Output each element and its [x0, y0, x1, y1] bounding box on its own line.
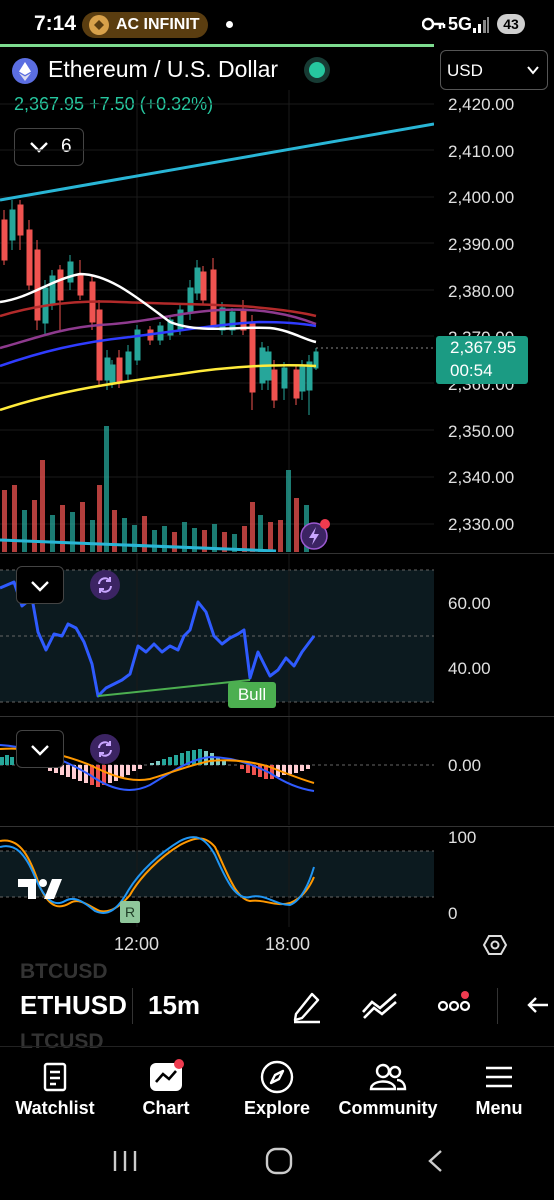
back-icon[interactable] [424, 1148, 446, 1174]
nav-label: Menu [475, 1098, 523, 1118]
stoch-marker: R [120, 901, 140, 923]
symbol-selector[interactable]: ETHUSD [20, 990, 127, 1021]
recent-apps-icon[interactable] [110, 1148, 140, 1174]
bull-divergence-label: Bull [228, 682, 276, 708]
chevron-down-icon [527, 66, 539, 75]
more-options-icon[interactable] [436, 990, 472, 1020]
pair-title[interactable]: Ethereum / U.S. Dollar [48, 56, 278, 83]
nav-label: Watchlist [15, 1098, 95, 1118]
notification-pill[interactable]: AC INFINIT [82, 12, 208, 38]
community-icon [369, 1063, 407, 1091]
lightning-alert-icon[interactable] [298, 516, 334, 552]
notification-dot [226, 21, 233, 28]
last-price-tag: 2,367.95 00:54 [436, 336, 528, 384]
nav-label: Chart [142, 1098, 190, 1118]
toolbar-divider [132, 988, 133, 1024]
price-axis-label: 2,420.00 [448, 95, 515, 114]
price-axis-label: 2,350.00 [448, 422, 515, 441]
time-axis-label: 12:00 [114, 934, 160, 954]
price-axis-label: 2,390.00 [448, 235, 515, 254]
home-icon[interactable] [264, 1146, 294, 1176]
signal-icon [473, 17, 489, 33]
undo-icon[interactable] [526, 994, 552, 1018]
toolbar-divider [497, 988, 498, 1024]
rsi-axis-label: 40.00 [448, 659, 491, 678]
timeframe-selector[interactable]: 15m [148, 990, 200, 1021]
key-icon [422, 17, 446, 31]
stoch-axis-label: 100 [448, 828, 477, 847]
nav-menu[interactable]: Menu [444, 1056, 554, 1119]
app-icon [89, 15, 109, 35]
time-axis-label: 18:00 [265, 934, 311, 954]
status-bar: 7:14 AC INFINIT 5G 43 [0, 0, 554, 48]
nav-chart[interactable]: Chart [111, 1056, 221, 1119]
price-axis-label: 2,380.00 [448, 282, 515, 301]
compass-icon [260, 1060, 294, 1094]
chevron-down-icon [31, 581, 49, 592]
currency-label: USD [447, 61, 483, 80]
macd-refresh-button[interactable] [90, 734, 120, 764]
rsi-refresh-button[interactable] [90, 570, 120, 600]
price-axis-label: 2,400.00 [448, 188, 515, 207]
status-time: 7:14 [34, 12, 77, 35]
watchlist-icon [43, 1062, 67, 1092]
nav-explore[interactable]: Explore [222, 1056, 332, 1119]
symbol-next[interactable]: LTCUSD [20, 1030, 104, 1054]
macd-collapse-button[interactable] [16, 730, 64, 768]
battery-indicator: 43 [497, 14, 525, 34]
rsi-pane[interactable] [0, 554, 434, 716]
nav-label: Explore [243, 1098, 311, 1118]
menu-icon [486, 1066, 512, 1088]
price-axis-label: 2,340.00 [448, 468, 515, 487]
refresh-icon [98, 577, 112, 593]
nav-community[interactable]: Community [333, 1056, 443, 1119]
rsi-axis-label: 60.00 [448, 594, 491, 613]
trend-lines-icon[interactable] [360, 990, 400, 1020]
ethereum-icon [12, 58, 38, 84]
network-indicator: 5G [448, 14, 473, 34]
rsi-collapse-button[interactable] [16, 566, 64, 604]
notification-text: AC INFINIT [116, 16, 200, 33]
price-axis-label: 2,330.00 [448, 515, 515, 534]
volume-bars [2, 426, 309, 552]
nav-watchlist[interactable]: Watchlist [0, 1056, 110, 1119]
stoch-axis-label: 0 [448, 904, 458, 923]
chart-icon [150, 1059, 184, 1091]
nav-divider [0, 1046, 554, 1047]
last-price: 2,367.95 [450, 338, 517, 357]
macd-pane[interactable] [0, 717, 434, 825]
tradingview-logo-icon[interactable] [18, 876, 66, 902]
drawing-pen-icon[interactable] [290, 988, 324, 1024]
currency-select[interactable]: USD [440, 50, 548, 90]
progress-line [0, 44, 434, 47]
market-open-indicator [309, 62, 325, 78]
price-chart[interactable] [0, 90, 434, 552]
nav-label: Community [338, 1098, 438, 1118]
macd-axis-label: 0.00 [448, 756, 482, 775]
refresh-icon [98, 741, 112, 757]
price-axis-label: 2,410.00 [448, 142, 515, 161]
settings-hexagon-icon[interactable] [482, 932, 508, 958]
chevron-down-icon [31, 745, 49, 756]
upper-trendline[interactable] [0, 122, 434, 202]
bar-countdown: 00:54 [450, 361, 493, 380]
symbol-prev[interactable]: BTCUSD [20, 960, 108, 984]
